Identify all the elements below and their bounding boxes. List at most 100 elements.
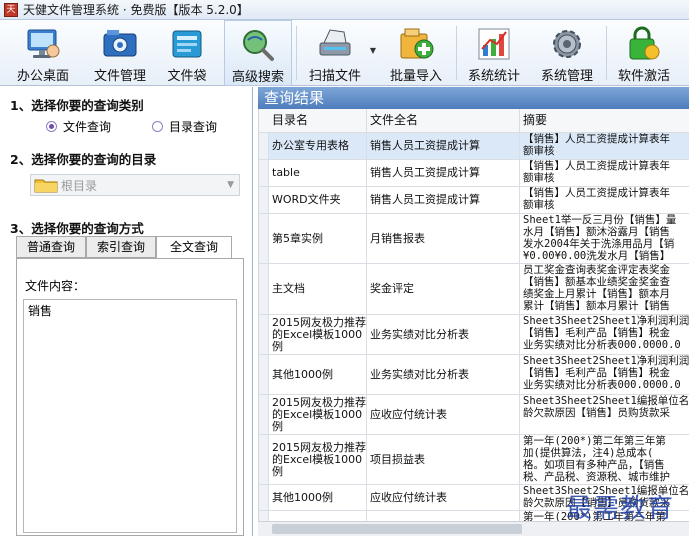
toolbar-button-batch-import[interactable]: 批量导入 <box>380 20 452 86</box>
results-panel: 查询结果 目录名 文件全名 摘要 办公室专用表格 销售人员工资提成计算 【销售】… <box>258 87 689 536</box>
cell-dir: table <box>269 160 367 186</box>
query-method-tabs: 普通查询 索引查询 全文查询 <box>16 236 244 259</box>
row-indicator <box>259 485 269 510</box>
radio-unchecked-icon <box>152 121 163 132</box>
file-content-input[interactable]: 销售 <box>23 299 237 533</box>
tab-index-query[interactable]: 索引查询 <box>86 236 156 258</box>
table-row[interactable]: 2015网友极力推荐的Excel模板1000例 业务实绩对比分析表 Sheet3… <box>259 315 689 355</box>
grid-header-row: 目录名 文件全名 摘要 <box>259 109 689 133</box>
row-indicator <box>259 511 269 521</box>
cell-dir: 2015网友极力推荐的Excel模板1000例 <box>269 315 367 354</box>
cell-dir: 办公室专用表格 <box>269 133 367 159</box>
query-options-panel: 1、选择你要的查询类别 文件查询 目录查询 2、选择你要的查询的目录 根目录 ▼… <box>0 87 253 536</box>
main-toolbar: 办公桌面 文件管理 文件袋 高级搜索 扫描文件 ▼ 批量导入 系统统计 系统管理… <box>0 20 689 86</box>
cell-dir: WORD文件夹 <box>269 187 367 213</box>
table-row[interactable]: WORD文件夹 销售人员工资提成计算 【销售】人员工资提成计算表年 额审核 <box>259 187 689 214</box>
toolbar-button-file-manager[interactable]: 文件管理 <box>84 20 156 86</box>
row-indicator <box>259 187 269 213</box>
table-row[interactable]: table 销售人员工资提成计算 【销售】人员工资提成计算表年 额审核 <box>259 160 689 187</box>
radio-file-query[interactable]: 文件查询 <box>46 118 111 135</box>
cell-summary: 第一年(200*)第二年第三年第 加(提供算法，注4)总成本( 格。如项目有多种… <box>523 435 670 483</box>
cell-dir: 其他1000例 <box>269 485 367 510</box>
column-header-summary[interactable]: 摘要 <box>520 109 689 132</box>
results-grid: 目录名 文件全名 摘要 办公室专用表格 销售人员工资提成计算 【销售】人员工资提… <box>258 109 689 521</box>
cell-file: 业务实绩对比分析表 <box>367 355 520 394</box>
cell-dir: 主文档 <box>269 264 367 314</box>
table-row[interactable]: 2015网友极力推荐的Excel模板1000例 应收应付统计表 Sheet3Sh… <box>259 395 689 435</box>
radio-checked-icon <box>46 121 57 132</box>
table-row[interactable]: 第5章实例 月销售报表 Sheet1举一反三月份【销售】量 水月【销售】额沐浴露… <box>259 214 689 264</box>
scanner-icon <box>319 29 351 56</box>
batch-import-icon <box>400 28 434 59</box>
tab-normal-query[interactable]: 普通查询 <box>16 236 86 258</box>
cell-summary: 【销售】人员工资提成计算表年 额审核 <box>523 133 670 157</box>
desktop-computer-icon <box>27 29 60 58</box>
radio-label: 文件查询 <box>63 120 112 134</box>
cell-summary: 【销售】人员工资提成计算表年 额审核 <box>523 160 670 184</box>
toolbar-button-file-bag[interactable]: 文件袋 <box>158 20 216 86</box>
dropdown-arrow-icon[interactable]: ▼ <box>370 46 376 55</box>
toolbar-button-advanced-search[interactable]: 高级搜索 <box>224 20 292 86</box>
row-indicator <box>259 315 269 354</box>
row-indicator <box>259 264 269 314</box>
cell-dir: 其他1000例 <box>269 355 367 394</box>
toolbar-button-system-admin[interactable]: 系统管理 <box>532 20 602 86</box>
column-header-file[interactable]: 文件全名 <box>367 109 520 132</box>
cell-file: 项目损益表 <box>367 435 520 484</box>
statistics-chart-icon <box>478 28 510 60</box>
directory-select[interactable]: 根目录 ▼ <box>30 174 240 196</box>
cell-file: 销售人员工资提成计算 <box>367 160 520 186</box>
cell-dir: 2015网友极力推荐的Excel模板1000例 <box>269 435 367 484</box>
toolbar-label: 扫描文件 <box>308 69 361 84</box>
row-indicator <box>259 214 269 263</box>
toolbar-button-scan[interactable]: 扫描文件 ▼ <box>300 20 376 86</box>
toolbar-label: 文件袋 <box>167 69 207 84</box>
column-header-dir[interactable]: 目录名 <box>269 109 367 132</box>
directory-select-value: 根目录 <box>61 178 98 193</box>
toolbar-separator <box>456 26 457 80</box>
cell-summary: 【销售】人员工资提成计算表年 额审核 <box>523 187 670 211</box>
results-title: 查询结果 <box>258 87 689 109</box>
row-indicator <box>259 395 269 434</box>
toolbar-label: 系统统计 <box>467 69 520 84</box>
cell-summary: Sheet3Sheet2Sheet1净利润利润 【销售】毛利产品【销售】税金 业… <box>523 355 689 391</box>
query-method-title: 3、选择你要的查询方式 <box>10 221 144 236</box>
radio-dir-query[interactable]: 目录查询 <box>152 118 217 135</box>
cell-dir <box>269 511 367 521</box>
cell-file: 应收应付统计表 <box>367 485 520 510</box>
table-row[interactable]: 办公室专用表格 销售人员工资提成计算 【销售】人员工资提成计算表年 额审核 <box>259 133 689 160</box>
toolbar-label: 办公桌面 <box>16 69 69 84</box>
cell-dir: 第5章实例 <box>269 214 367 263</box>
cell-file <box>367 511 520 521</box>
table-row[interactable]: 其他1000例 业务实绩对比分析表 Sheet3Sheet2Sheet1净利润利… <box>259 355 689 395</box>
folder-icon <box>34 179 58 193</box>
cell-summary: Sheet1举一反三月份【销售】量 水月【销售】额沐浴露月【销售 发水2004年… <box>523 214 677 262</box>
app-logo-icon: 天 <box>4 2 18 17</box>
toolbar-button-activate[interactable]: 软件激活 <box>610 20 678 86</box>
cell-file: 销售人员工资提成计算 <box>367 133 520 159</box>
toolbar-button-statistics[interactable]: 系统统计 <box>460 20 528 86</box>
file-manager-icon <box>103 30 137 57</box>
tab-fulltext-query[interactable]: 全文查询 <box>156 236 232 259</box>
cell-summary: Sheet3Sheet2Sheet1净利润利润 【销售】毛利产品【销售】税金 业… <box>523 315 689 351</box>
radio-label: 目录查询 <box>169 120 218 134</box>
toolbar-button-desktop[interactable]: 办公桌面 <box>4 20 82 86</box>
table-row[interactable]: 主文档 奖金评定 员工奖金查询表奖金评定表奖金 【销售】额基本业绩奖金奖金查 绩… <box>259 264 689 315</box>
toolbar-label: 软件激活 <box>617 69 670 84</box>
row-indicator <box>259 355 269 394</box>
table-row[interactable]: 2015网友极力推荐的Excel模板1000例 项目损益表 第一年(200*)第… <box>259 435 689 485</box>
chevron-down-icon: ▼ <box>227 180 234 190</box>
cell-file: 奖金评定 <box>367 264 520 314</box>
scrollbar-thumb[interactable] <box>272 524 522 534</box>
system-gear-icon <box>553 30 581 58</box>
file-bag-icon <box>172 30 202 58</box>
fulltext-query-panel: 文件内容： 销售 <box>16 258 244 536</box>
cell-summary: 员工奖金查询表奖金评定表奖金 【销售】额基本业绩奖金奖金查 绩奖金上月累计【销售… <box>523 264 670 312</box>
toolbar-label: 高级搜索 <box>231 70 284 85</box>
query-dir-title: 2、选择你要的查询的目录 <box>10 152 157 167</box>
toolbar-separator <box>606 26 607 80</box>
toolbar-separator <box>296 26 297 80</box>
query-type-title: 1、选择你要的查询类别 <box>10 98 144 113</box>
cell-file: 业务实绩对比分析表 <box>367 315 520 354</box>
row-indicator <box>259 435 269 484</box>
